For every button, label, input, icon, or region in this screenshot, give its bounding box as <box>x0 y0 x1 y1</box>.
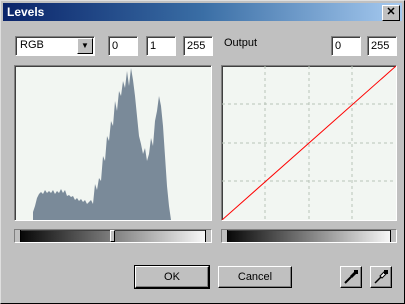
input-white-handle[interactable] <box>205 230 211 242</box>
channel-select[interactable]: RGB ▼ <box>15 36 95 56</box>
output-gradient-slider[interactable] <box>221 229 397 243</box>
levels-dialog: Levels ✕ RGB ▼ Output <box>0 0 405 304</box>
histogram-shape <box>33 68 171 220</box>
input-black-input[interactable] <box>109 37 137 55</box>
input-gamma-input[interactable] <box>147 37 175 55</box>
input-black-handle[interactable] <box>15 230 21 242</box>
black-eyedropper-icon[interactable] <box>340 266 362 288</box>
window-title: Levels <box>7 5 45 19</box>
input-gamma-handle[interactable] <box>110 230 115 242</box>
output-black-field[interactable] <box>331 36 361 56</box>
title-bar[interactable]: Levels ✕ <box>3 3 402 21</box>
output-black-input[interactable] <box>332 37 360 55</box>
output-white-input[interactable] <box>368 37 396 55</box>
white-eyedropper-icon[interactable] <box>370 266 392 288</box>
curve-panel[interactable] <box>221 65 397 221</box>
histogram <box>33 68 171 220</box>
input-gamma-field[interactable] <box>146 36 176 56</box>
close-icon[interactable]: ✕ <box>382 5 400 21</box>
output-white-field[interactable] <box>367 36 397 56</box>
output-white-handle[interactable] <box>390 230 396 242</box>
output-black-handle[interactable] <box>222 230 228 242</box>
curve-graph <box>221 65 397 221</box>
output-label: Output <box>224 37 258 49</box>
input-white-field[interactable] <box>183 36 213 56</box>
chevron-down-icon[interactable]: ▼ <box>77 38 93 54</box>
input-white-input[interactable] <box>184 37 212 55</box>
input-black-field[interactable] <box>108 36 138 56</box>
input-gradient-slider[interactable] <box>14 229 212 243</box>
cancel-button[interactable]: Cancel <box>218 266 292 288</box>
ok-button[interactable]: OK <box>134 265 210 289</box>
histogram-panel <box>14 65 212 221</box>
channel-select-value: RGB <box>20 39 44 51</box>
